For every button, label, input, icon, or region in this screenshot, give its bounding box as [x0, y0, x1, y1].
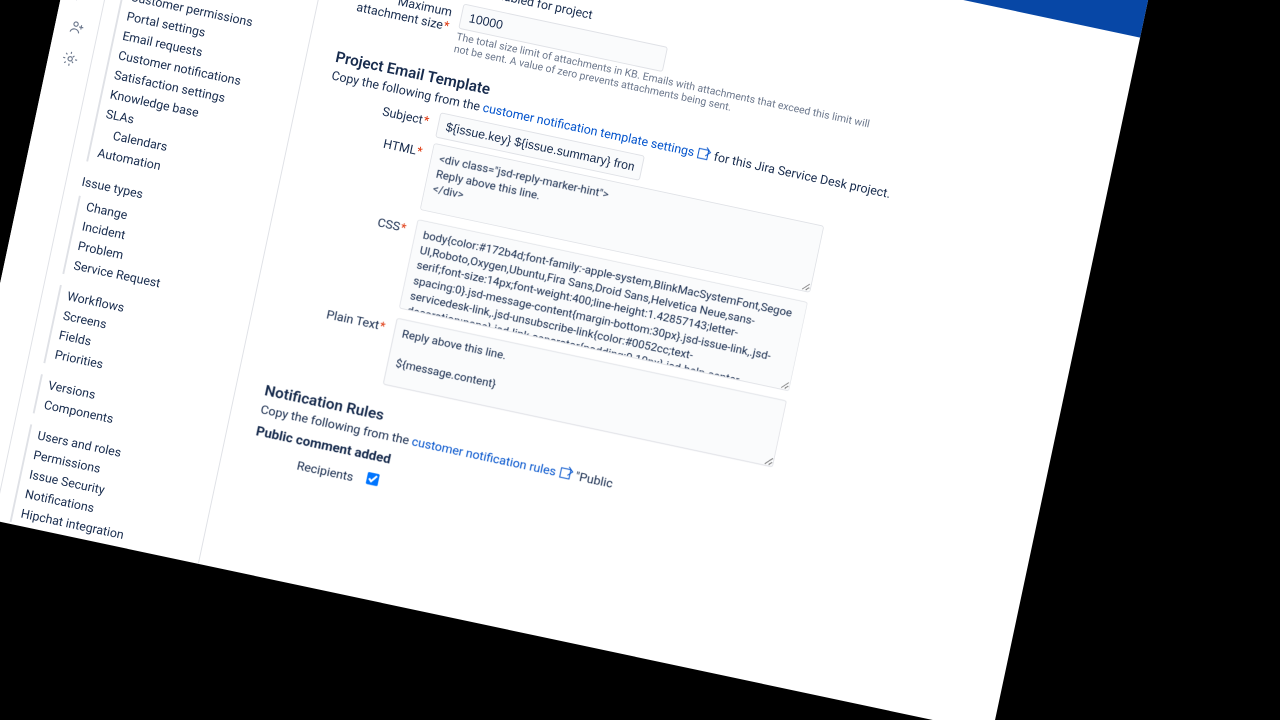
external-link-icon: [559, 467, 571, 479]
recipients-checkbox[interactable]: [365, 472, 380, 487]
app-body: Project settings Summary Details Re-inde…: [0, 0, 1140, 720]
rail-chat-icon[interactable]: [72, 0, 95, 7]
app-window: Dashboards Projects Issues DbConsole Cre…: [0, 0, 1148, 720]
max-size-label: Maximum attachment size: [345, 0, 463, 36]
external-link-icon: [697, 148, 709, 160]
rail-settings-icon[interactable]: [58, 47, 81, 70]
sidebar-group-people: Users and roles Permissions Issue Securi…: [10, 424, 210, 560]
rail-add-user-icon[interactable]: [65, 16, 88, 39]
sidebar-group-servicedesk: Request types Customer permissions Porta…: [86, 0, 307, 199]
main-content: Easy Email Attachments for Service Desk …: [199, 0, 1140, 720]
